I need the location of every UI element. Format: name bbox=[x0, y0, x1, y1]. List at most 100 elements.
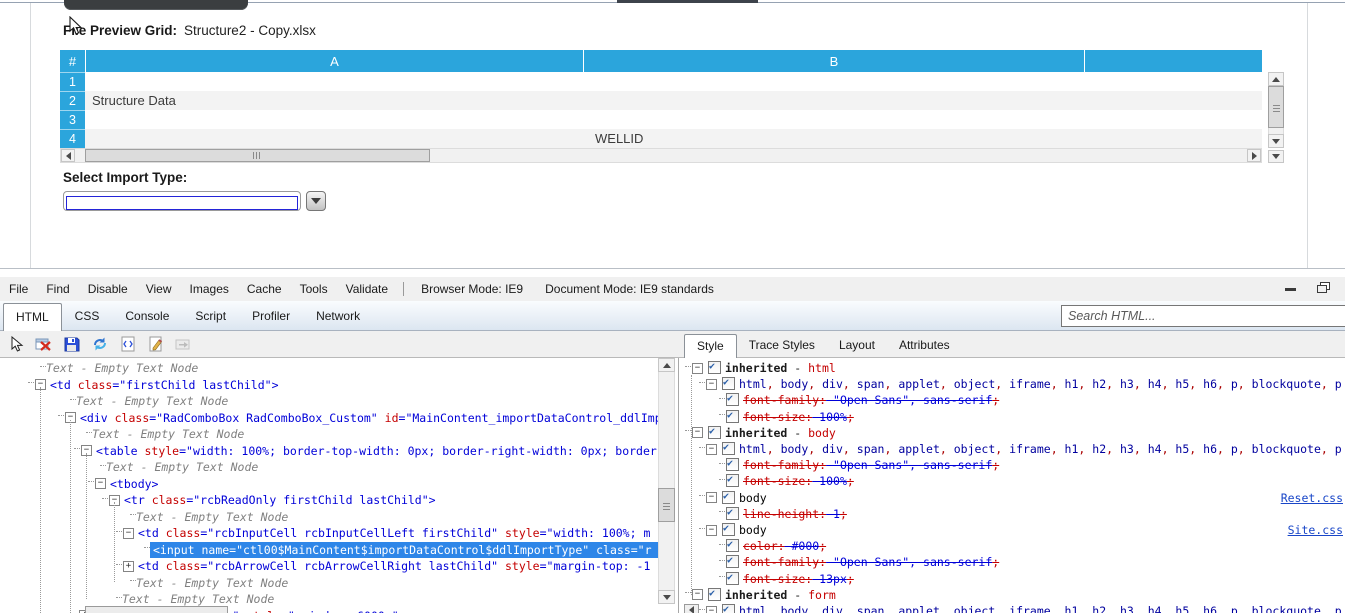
view-source-button[interactable] bbox=[118, 334, 137, 353]
style-checkbox[interactable] bbox=[726, 571, 739, 586]
grid-column-header-extra[interactable] bbox=[1084, 50, 1262, 72]
tree-horizontal-scroll-thumb[interactable] bbox=[85, 606, 228, 613]
menu-validate[interactable]: Validate bbox=[337, 282, 397, 296]
tree-vertical-scrollbar[interactable] bbox=[658, 358, 675, 604]
style-checkbox[interactable] bbox=[708, 587, 721, 602]
tab-layout[interactable]: Layout bbox=[827, 333, 887, 357]
style-row-prop[interactable]: font-size: 100%; bbox=[681, 473, 1345, 489]
grid-row-1[interactable]: 1 bbox=[60, 72, 1262, 91]
style-checkbox[interactable] bbox=[726, 392, 739, 408]
unpin-window-icon[interactable] bbox=[1316, 281, 1332, 295]
grid-row-4[interactable]: 4 WELLID bbox=[60, 129, 1262, 148]
grid-scroll-left-button[interactable] bbox=[61, 149, 75, 162]
stylesheet-link[interactable]: Site.css bbox=[1288, 522, 1343, 538]
tab-profiler[interactable]: Profiler bbox=[239, 302, 303, 330]
grid-horizontal-scroll-thumb[interactable] bbox=[85, 149, 430, 162]
style-row-sel[interactable]: −html, body, div, span, applet, object, … bbox=[681, 441, 1345, 457]
format-view-button-disabled[interactable] bbox=[174, 334, 193, 353]
style-row-prop[interactable]: font-size: 13px; bbox=[681, 571, 1345, 587]
grid-column-header-a[interactable]: A bbox=[85, 50, 583, 72]
import-type-combobox[interactable] bbox=[63, 191, 301, 211]
menu-find[interactable]: Find bbox=[37, 282, 78, 296]
tab-css[interactable]: CSS bbox=[62, 302, 113, 330]
menu-file[interactable]: File bbox=[0, 282, 37, 296]
style-checkbox[interactable] bbox=[722, 522, 735, 537]
style-checkbox[interactable] bbox=[726, 409, 739, 424]
style-checkbox[interactable] bbox=[708, 425, 721, 440]
style-checkbox[interactable] bbox=[722, 603, 735, 613]
style-row-sel[interactable]: −html, body, div, span, applet, object, … bbox=[681, 603, 1345, 613]
style-checkbox[interactable] bbox=[726, 506, 739, 521]
style-scroll-left-button[interactable] bbox=[684, 604, 699, 613]
menu-images[interactable]: Images bbox=[181, 282, 238, 296]
import-type-dropdown-button[interactable] bbox=[306, 191, 326, 211]
collapse-box-icon[interactable]: − bbox=[95, 478, 106, 489]
tree-row-element[interactable]: + <td class="rcbArrowCell rcbArrowCellRig… bbox=[0, 558, 658, 575]
collapse-box-icon[interactable]: − bbox=[706, 605, 717, 613]
tab-html[interactable]: HTML bbox=[3, 303, 62, 331]
style-checkbox[interactable] bbox=[726, 457, 739, 472]
tree-scroll-down-button[interactable] bbox=[658, 590, 675, 604]
expand-box-icon[interactable]: + bbox=[123, 560, 134, 572]
select-element-button[interactable] bbox=[6, 334, 25, 353]
tree-row-text-node[interactable]: Text - Empty Text Node bbox=[0, 509, 658, 526]
tree-row-element[interactable]: − <table style="width: 100%; border-top-w… bbox=[0, 443, 658, 460]
tab-script[interactable]: Script bbox=[182, 302, 239, 330]
tree-scroll-up-button[interactable] bbox=[658, 358, 675, 372]
collapse-box-icon[interactable]: − bbox=[692, 427, 703, 439]
tree-row-text-node[interactable]: Text - Empty Text Node bbox=[0, 575, 658, 592]
style-checkbox[interactable] bbox=[726, 554, 739, 570]
style-checkbox[interactable] bbox=[708, 360, 721, 375]
minimize-icon[interactable] bbox=[1285, 288, 1296, 291]
tab-style[interactable]: Style bbox=[684, 334, 737, 358]
tree-row-element[interactable]: − <td class="rcbInputCell rcbInputCellLef… bbox=[0, 525, 658, 542]
style-row-inh[interactable]: −inherited - form bbox=[681, 587, 1345, 603]
collapse-box-icon[interactable]: − bbox=[706, 378, 717, 390]
stylesheet-link[interactable]: Reset.css bbox=[1281, 490, 1343, 506]
clear-browser-cache-button[interactable] bbox=[34, 334, 53, 353]
style-row-prop[interactable]: line-height: 1; bbox=[681, 506, 1345, 522]
grid-vertical-scroll-thumb[interactable] bbox=[1268, 86, 1284, 128]
style-checkbox[interactable] bbox=[726, 473, 739, 489]
menu-cache[interactable]: Cache bbox=[238, 282, 291, 296]
grid-scroll-down-button[interactable] bbox=[1268, 134, 1284, 148]
collapse-box-icon[interactable]: − bbox=[692, 362, 703, 374]
tree-row-selected[interactable]: <input name="ctl00$MainContent$importDat… bbox=[0, 541, 658, 558]
grid-row-2[interactable]: 2 Structure Data bbox=[60, 91, 1262, 110]
tree-row-element[interactable]: − <tbody> bbox=[0, 476, 658, 493]
refresh-button[interactable] bbox=[90, 334, 109, 353]
save-button[interactable] bbox=[62, 334, 81, 353]
tab-console[interactable]: Console bbox=[112, 302, 182, 330]
collapse-box-icon[interactable]: − bbox=[706, 524, 717, 536]
tree-row-text-node[interactable]: Text - Empty Text Node bbox=[0, 459, 658, 476]
style-checkbox[interactable] bbox=[722, 490, 735, 505]
tree-row-element[interactable]: − <tr class="rcbReadOnly firstChild lastC… bbox=[0, 492, 658, 509]
collapse-box-icon[interactable]: − bbox=[706, 492, 717, 504]
style-checkbox[interactable] bbox=[726, 538, 739, 553]
style-checkbox[interactable] bbox=[722, 376, 735, 391]
menu-disable[interactable]: Disable bbox=[79, 282, 137, 296]
import-type-input[interactable] bbox=[66, 196, 298, 210]
grid-scroll-up-button[interactable] bbox=[1268, 72, 1284, 86]
panel-divider[interactable] bbox=[678, 358, 679, 613]
style-row-sel[interactable]: −html, body, div, span, applet, object, … bbox=[681, 376, 1345, 392]
style-row-inh[interactable]: −inherited - html bbox=[681, 360, 1345, 376]
edit-button[interactable] bbox=[146, 334, 165, 353]
collapse-box-icon[interactable]: − bbox=[123, 527, 134, 539]
tree-row-element[interactable]: − <td class="firstChild lastChild"> bbox=[0, 377, 658, 394]
grid-row-3[interactable]: 3 bbox=[60, 110, 1262, 129]
menu-tools[interactable]: Tools bbox=[291, 282, 337, 296]
style-row-prop[interactable]: color: #000; bbox=[681, 538, 1345, 554]
browser-mode-menu[interactable]: Browser Mode: IE9 bbox=[410, 282, 534, 296]
style-checkbox[interactable] bbox=[722, 441, 735, 456]
tab-network[interactable]: Network bbox=[303, 302, 373, 330]
tab-attributes[interactable]: Attributes bbox=[887, 333, 962, 357]
grid-scroll-right-button[interactable] bbox=[1247, 149, 1261, 162]
grid-scroll-down-button-2[interactable] bbox=[1268, 150, 1284, 163]
tree-row-text-node[interactable]: Text - Empty Text Node bbox=[0, 426, 658, 443]
tree-vertical-scroll-thumb[interactable] bbox=[658, 488, 675, 522]
tree-row-text-node[interactable]: Text - Empty Text Node bbox=[0, 393, 658, 410]
style-row-prop[interactable]: font-size: 100%; bbox=[681, 409, 1345, 425]
search-html-input[interactable] bbox=[1061, 305, 1345, 327]
style-row-prop[interactable]: font-family: "Open Sans", sans-serif; bbox=[681, 457, 1345, 473]
